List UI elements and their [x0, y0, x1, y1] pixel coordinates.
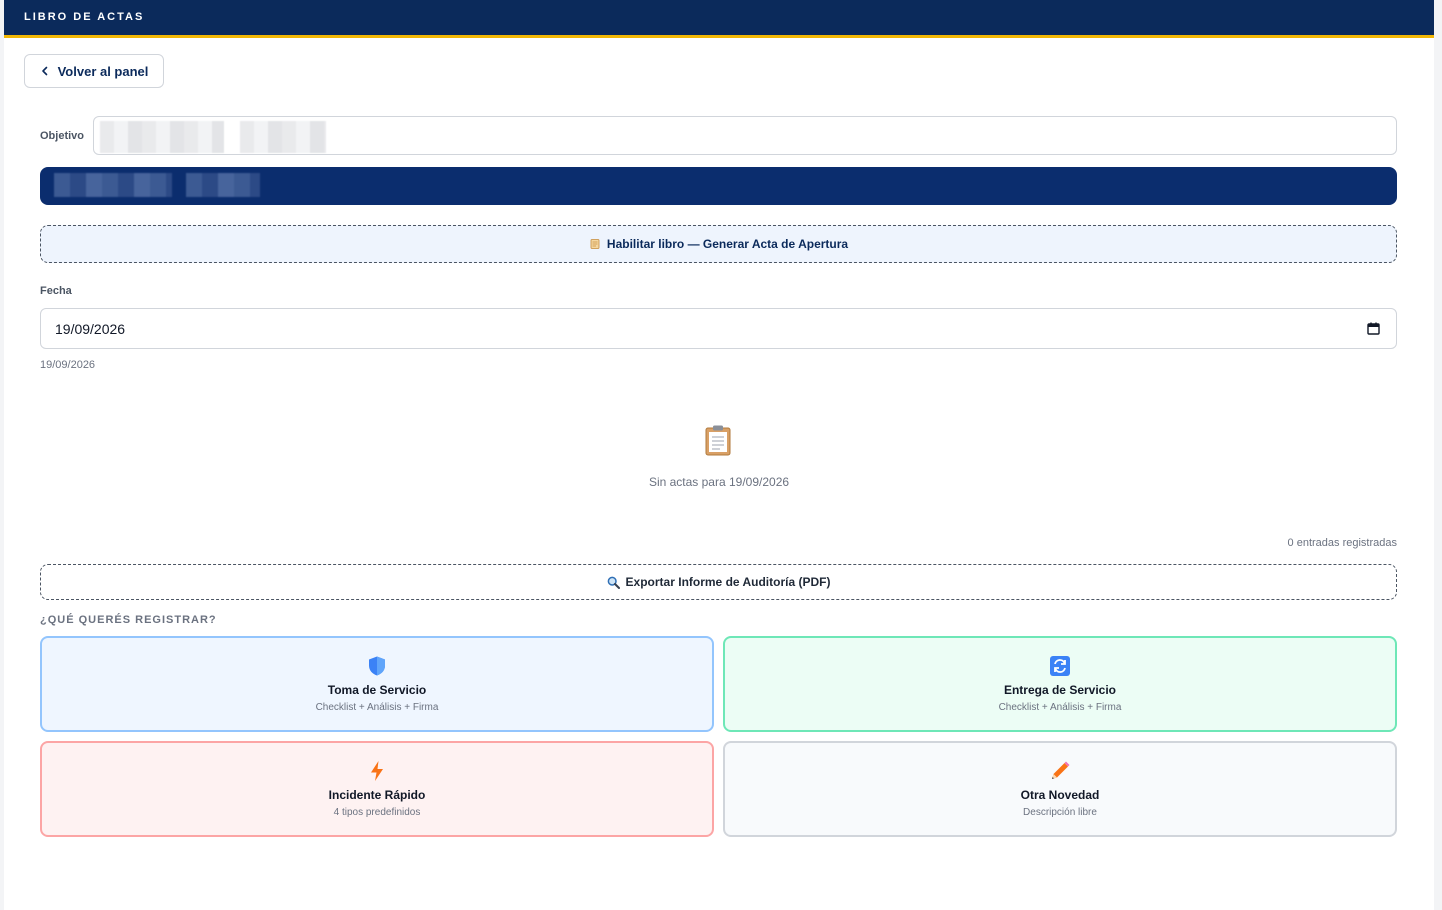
card-entrega-de-servicio[interactable]: Entrega de Servicio Checklist + Análisis…	[723, 636, 1397, 732]
card-toma-de-servicio[interactable]: Toma de Servicio Checklist + Análisis + …	[40, 636, 714, 732]
card-subtitle: Descripción libre	[1023, 807, 1097, 818]
magnifier-icon	[607, 576, 620, 589]
export-label: Exportar Informe de Auditoría (PDF)	[625, 575, 831, 589]
card-subtitle: 4 tipos predefinidos	[333, 807, 421, 818]
fecha-value: 19/09/2026	[55, 320, 126, 337]
shield-icon	[369, 656, 385, 676]
card-otra-novedad[interactable]: Otra Novedad Descripción libre	[723, 741, 1397, 837]
objetivo-banner	[40, 167, 1397, 205]
top-bar: LIBRO DE ACTAS	[4, 0, 1434, 38]
fecha-label: Fecha	[40, 285, 72, 297]
entries-count: 0 entradas registradas	[1287, 537, 1397, 549]
scroll-icon	[590, 239, 600, 249]
app-title: LIBRO DE ACTAS	[24, 11, 145, 23]
back-button-label: Volver al panel	[57, 63, 149, 79]
pencil-icon	[1052, 761, 1070, 779]
export-audit-pdf-button[interactable]: Exportar Informe de Auditoría (PDF)	[40, 564, 1397, 600]
redacted-value	[100, 121, 224, 153]
card-title: Incidente Rápido	[328, 788, 426, 802]
fecha-date-input[interactable]: 19/09/2026	[40, 308, 1397, 349]
card-title: Entrega de Servicio	[1003, 683, 1117, 697]
redacted-banner-text	[54, 173, 172, 197]
lightning-icon	[371, 761, 383, 781]
clipboard-icon	[705, 425, 731, 456]
register-heading: ¿QUÉ QUERÉS REGISTRAR?	[40, 614, 217, 626]
habilitar-libro-button[interactable]: Habilitar libro — Generar Acta de Apertu…	[40, 225, 1397, 263]
back-to-panel-button[interactable]: Volver al panel	[24, 54, 164, 88]
card-subtitle: Checklist + Análisis + Firma	[998, 702, 1122, 713]
refresh-icon	[1050, 656, 1070, 676]
redacted-banner-text	[186, 173, 260, 197]
card-title: Otra Novedad	[1020, 788, 1100, 802]
habilitar-label: Habilitar libro — Generar Acta de Apertu…	[606, 237, 849, 251]
card-title: Toma de Servicio	[327, 683, 427, 697]
redacted-value	[240, 121, 326, 153]
card-subtitle: Checklist + Análisis + Firma	[315, 702, 439, 713]
empty-state-message: Sin actas para 19/09/2026	[648, 475, 790, 489]
objetivo-select[interactable]	[93, 116, 1397, 155]
chevron-left-icon	[41, 66, 47, 76]
objetivo-label: Objetivo	[40, 130, 85, 142]
card-incidente-rapido[interactable]: Incidente Rápido 4 tipos predefinidos	[40, 741, 714, 837]
calendar-icon[interactable]	[1367, 322, 1380, 335]
app-frame: LIBRO DE ACTAS Volver al panel Objetivo …	[4, 0, 1434, 910]
fecha-display: 19/09/2026	[40, 359, 96, 371]
